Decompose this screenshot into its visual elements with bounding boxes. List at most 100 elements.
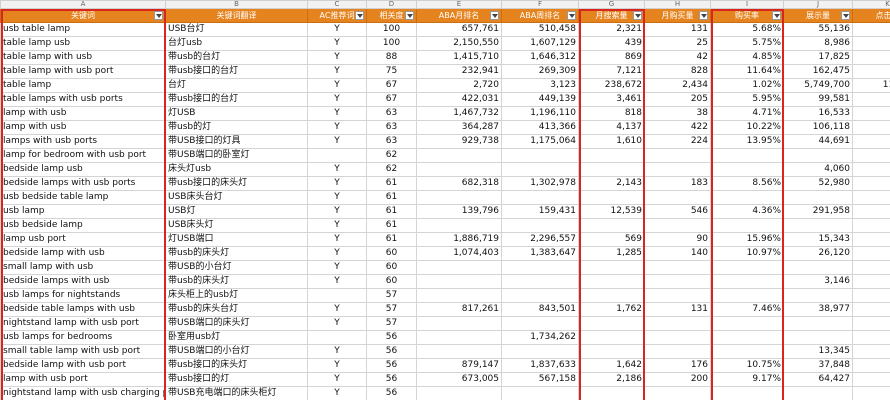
cell-e[interactable]: 657,761 bbox=[416, 22, 502, 37]
cell-h[interactable] bbox=[644, 274, 711, 289]
cell-f[interactable]: 2,296,557 bbox=[501, 232, 579, 247]
cell-d[interactable]: 61 bbox=[366, 218, 417, 233]
cell-c[interactable]: Y bbox=[307, 78, 367, 93]
cell-d[interactable]: 57 bbox=[366, 316, 417, 331]
cell-k[interactable]: 196 bbox=[852, 36, 890, 51]
cell-g[interactable]: 818 bbox=[578, 106, 645, 121]
cell-a[interactable]: lamp with usb bbox=[0, 120, 166, 135]
cell-a[interactable]: table lamps with usb ports bbox=[0, 92, 166, 107]
column-header[interactable]: ABA周排名 bbox=[501, 8, 579, 23]
cell-k[interactable]: 1,471 bbox=[852, 92, 890, 107]
cell-e[interactable]: 232,941 bbox=[416, 64, 502, 79]
cell-i[interactable]: 5.68% bbox=[710, 22, 784, 37]
cell-d[interactable]: 67 bbox=[366, 78, 417, 93]
cell-e[interactable] bbox=[416, 344, 502, 359]
cell-e[interactable]: 929,738 bbox=[416, 134, 502, 149]
cell-h[interactable] bbox=[644, 288, 711, 303]
cell-a[interactable]: bedside lamps with usb bbox=[0, 274, 166, 289]
cell-d[interactable]: 62 bbox=[366, 148, 417, 163]
cell-i[interactable]: 7.46% bbox=[710, 302, 784, 317]
cell-d[interactable]: 60 bbox=[366, 246, 417, 261]
column-header[interactable]: 关键词 bbox=[0, 8, 166, 23]
cell-i[interactable]: 1.02% bbox=[710, 78, 784, 93]
cell-b[interactable]: USB床头灯 bbox=[165, 218, 308, 233]
cell-b[interactable]: 床头柜上的usb灯 bbox=[165, 288, 308, 303]
cell-i[interactable]: 10.22% bbox=[710, 120, 784, 135]
cell-a[interactable]: bedside lamps with usb ports bbox=[0, 176, 166, 191]
cell-j[interactable]: 291,958 bbox=[783, 204, 853, 219]
cell-j[interactable]: 44,691 bbox=[783, 134, 853, 149]
cell-j[interactable] bbox=[783, 288, 853, 303]
cell-g[interactable] bbox=[578, 316, 645, 331]
cell-b[interactable]: 带usb的床头灯 bbox=[165, 274, 308, 289]
cell-e[interactable]: 673,005 bbox=[416, 372, 502, 387]
cell-i[interactable]: 13.95% bbox=[710, 134, 784, 149]
cell-b[interactable]: 带usb接口的床头灯 bbox=[165, 358, 308, 373]
cell-f[interactable]: 1,175,064 bbox=[501, 134, 579, 149]
column-header[interactable]: 月购买量 bbox=[644, 8, 711, 23]
cell-a[interactable]: small lamp with usb bbox=[0, 260, 166, 275]
cell-k[interactable]: 53 bbox=[852, 162, 890, 177]
cell-k[interactable] bbox=[852, 316, 890, 331]
filter-dropdown-icon[interactable] bbox=[355, 11, 364, 20]
cell-g[interactable]: 869 bbox=[578, 50, 645, 65]
cell-b[interactable]: 带usb的床头灯 bbox=[165, 246, 308, 261]
column-header[interactable]: 展示量 bbox=[783, 8, 853, 23]
cell-j[interactable]: 99,581 bbox=[783, 92, 853, 107]
cell-c[interactable]: Y bbox=[307, 204, 367, 219]
cell-d[interactable]: 67 bbox=[366, 92, 417, 107]
cell-g[interactable] bbox=[578, 330, 645, 345]
cell-d[interactable]: 60 bbox=[366, 260, 417, 275]
cell-e[interactable] bbox=[416, 288, 502, 303]
cell-c[interactable]: Y bbox=[307, 36, 367, 51]
cell-h[interactable]: 200 bbox=[644, 372, 711, 387]
column-letter-a[interactable]: A bbox=[0, 0, 166, 9]
cell-b[interactable]: 带usb接口的台灯 bbox=[165, 64, 308, 79]
cell-b[interactable]: 卧室用usb灯 bbox=[165, 330, 308, 345]
cell-k[interactable] bbox=[852, 260, 890, 275]
cell-k[interactable] bbox=[852, 288, 890, 303]
cell-b[interactable]: 带USB的小台灯 bbox=[165, 260, 308, 275]
cell-a[interactable]: table lamp with usb port bbox=[0, 64, 166, 79]
column-header[interactable]: ABA月排名 bbox=[416, 8, 502, 23]
cell-i[interactable] bbox=[710, 288, 784, 303]
cell-j[interactable]: 162,475 bbox=[783, 64, 853, 79]
cell-b[interactable]: 带usb的灯 bbox=[165, 120, 308, 135]
cell-a[interactable]: usb lamps for bedrooms bbox=[0, 330, 166, 345]
column-letter-b[interactable]: B bbox=[165, 0, 308, 9]
cell-d[interactable]: 61 bbox=[366, 176, 417, 191]
cell-a[interactable]: table lamp usb bbox=[0, 36, 166, 51]
filter-dropdown-icon[interactable] bbox=[633, 11, 642, 20]
cell-d[interactable]: 100 bbox=[366, 36, 417, 51]
cell-j[interactable]: 64,427 bbox=[783, 372, 853, 387]
cell-i[interactable]: 11.64% bbox=[710, 64, 784, 79]
cell-a[interactable]: bedside table lamps with usb bbox=[0, 302, 166, 317]
cell-h[interactable]: 131 bbox=[644, 22, 711, 37]
cell-e[interactable]: 1,415,710 bbox=[416, 50, 502, 65]
cell-e[interactable] bbox=[416, 260, 502, 275]
cell-j[interactable]: 26,120 bbox=[783, 246, 853, 261]
cell-h[interactable] bbox=[644, 260, 711, 275]
cell-h[interactable]: 183 bbox=[644, 176, 711, 191]
cell-a[interactable]: table lamp bbox=[0, 78, 166, 93]
cell-h[interactable]: 90 bbox=[644, 232, 711, 247]
cell-c[interactable]: Y bbox=[307, 106, 367, 121]
cell-h[interactable]: 546 bbox=[644, 204, 711, 219]
cell-g[interactable] bbox=[578, 274, 645, 289]
cell-g[interactable] bbox=[578, 344, 645, 359]
cell-i[interactable]: 4.71% bbox=[710, 106, 784, 121]
cell-k[interactable]: 264 bbox=[852, 344, 890, 359]
cell-a[interactable]: bedside lamp with usb port bbox=[0, 358, 166, 373]
cell-f[interactable]: 1,302,978 bbox=[501, 176, 579, 191]
cell-b[interactable]: 带usb接口的床头灯 bbox=[165, 176, 308, 191]
cell-g[interactable]: 2,186 bbox=[578, 372, 645, 387]
cell-a[interactable]: bedside lamp with usb bbox=[0, 246, 166, 261]
cell-g[interactable] bbox=[578, 218, 645, 233]
cell-a[interactable]: nightstand lamp with usb charging port bbox=[0, 386, 166, 400]
cell-j[interactable]: 37,848 bbox=[783, 358, 853, 373]
cell-c[interactable]: Y bbox=[307, 372, 367, 387]
cell-d[interactable]: 75 bbox=[366, 64, 417, 79]
cell-f[interactable]: 1,837,633 bbox=[501, 358, 579, 373]
cell-b[interactable]: 带usb的台灯 bbox=[165, 50, 308, 65]
cell-h[interactable] bbox=[644, 316, 711, 331]
